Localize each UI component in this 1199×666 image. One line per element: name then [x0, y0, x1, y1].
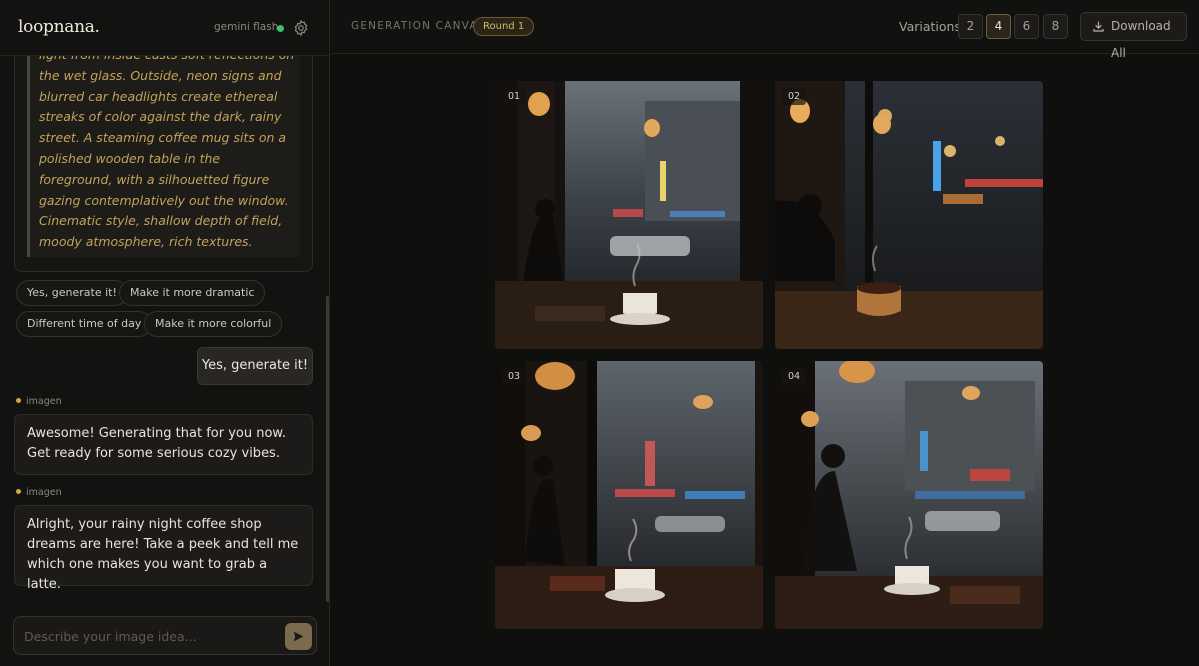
variation-option-2[interactable]: 2: [958, 14, 983, 39]
model-name[interactable]: gemini flash: [214, 21, 278, 33]
variation-option-6[interactable]: 6: [1014, 14, 1039, 39]
image-number: 04: [782, 368, 807, 385]
gear-icon[interactable]: [292, 19, 310, 37]
bot-message: Awesome! Generating that for you now. Ge…: [14, 414, 313, 475]
variation-option-4[interactable]: 4: [986, 14, 1011, 39]
generated-image-3[interactable]: 03: [495, 361, 763, 629]
image-scene: [495, 361, 763, 629]
chat-thread[interactable]: photorealistic, with a glowing amber lig…: [0, 56, 329, 604]
variation-option-8[interactable]: 8: [1043, 14, 1068, 39]
sidebar: photorealistic, with a glowing amber lig…: [0, 0, 330, 666]
download-all-button[interactable]: Download All: [1080, 12, 1187, 60]
image-scene: [775, 81, 1043, 349]
download-icon: [1093, 21, 1104, 32]
bot-message: Alright, your rainy night coffee shop dr…: [14, 505, 313, 592]
image-scene: [495, 81, 763, 349]
generated-image-1[interactable]: 01: [495, 81, 763, 349]
sender-dot: [16, 398, 21, 403]
prompt-quote: photorealistic, with a glowing amber lig…: [27, 56, 300, 257]
round-badge: Round 1: [473, 17, 535, 36]
suggestion-chip-generate[interactable]: Yes, generate it!: [16, 280, 128, 306]
generated-image-4[interactable]: 04: [775, 361, 1043, 629]
sender-name: imagen: [26, 487, 62, 498]
chat-scrollbar[interactable]: [326, 296, 329, 602]
sender-dot: [16, 489, 21, 494]
suggestion-chip-time-of-day[interactable]: Different time of day: [16, 311, 153, 337]
image-number: 02: [782, 88, 807, 105]
image-scene: [775, 361, 1043, 629]
canvas-title: GENERATION CANVAS: [351, 20, 486, 32]
prompt-text: photorealistic, with a glowing amber lig…: [39, 56, 294, 250]
send-button[interactable]: [285, 623, 312, 650]
message-sender: imagen: [16, 487, 62, 498]
model-status-dot: [277, 25, 284, 32]
suggestion-chip-colorful[interactable]: Make it more colorful: [144, 311, 283, 337]
image-number: 01: [502, 88, 527, 105]
suggestion-chip-dramatic[interactable]: Make it more dramatic: [119, 280, 266, 306]
sidebar-header: loopnana. gemini flash: [0, 0, 329, 56]
prompt-composer: [13, 616, 317, 655]
image-number: 03: [502, 368, 527, 385]
message-sender: imagen: [16, 396, 62, 407]
user-message: Yes, generate it!: [197, 347, 313, 385]
variations-label: Variations: [899, 19, 961, 34]
prompt-card: photorealistic, with a glowing amber lig…: [14, 56, 313, 272]
sender-name: imagen: [26, 396, 62, 407]
send-icon: [293, 631, 304, 642]
generated-image-2[interactable]: 02: [775, 81, 1043, 349]
download-all-label: Download All: [1111, 19, 1171, 60]
prompt-input[interactable]: [24, 627, 274, 645]
canvas-toolbar: GENERATION CANVAS Round 1 Variations 2 4…: [331, 0, 1199, 60]
app-logo: loopnana.: [18, 17, 100, 37]
